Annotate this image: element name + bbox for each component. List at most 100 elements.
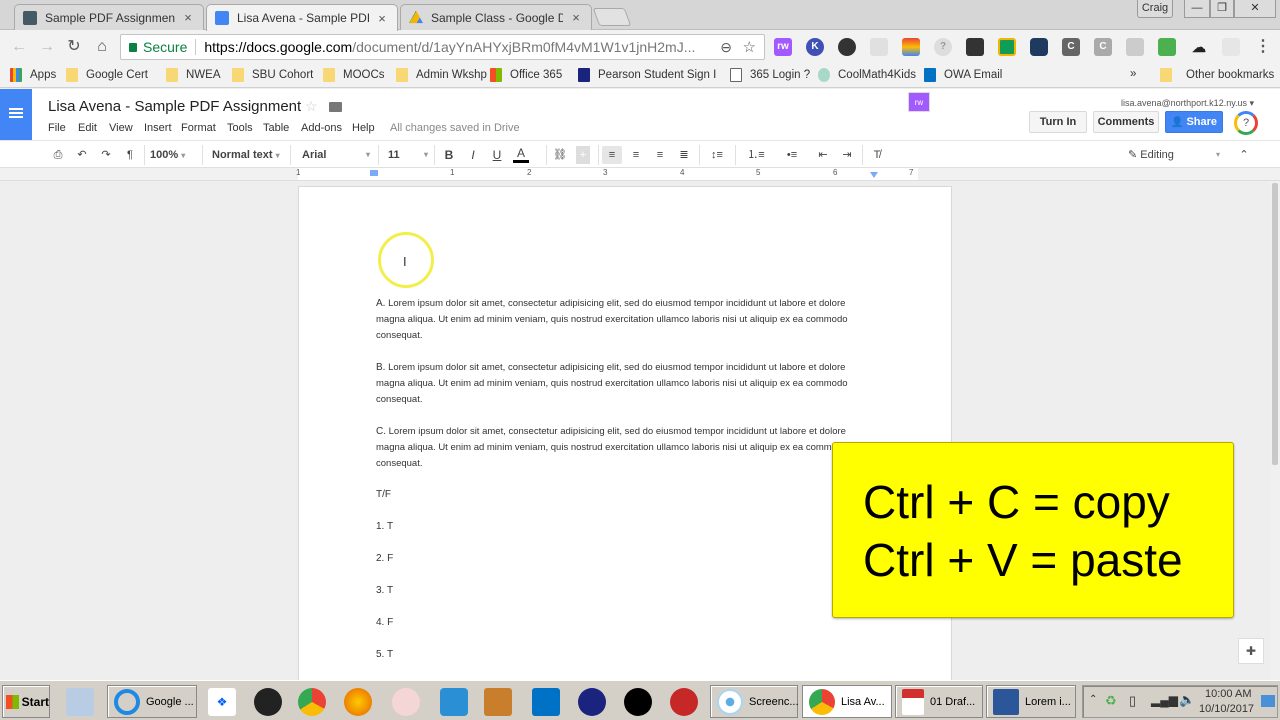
chrome-icon[interactable] — [298, 688, 326, 716]
menu-table[interactable]: Table — [263, 122, 289, 134]
outlook-icon[interactable] — [532, 688, 560, 716]
increase-indent-icon[interactable]: ⇥ — [839, 146, 855, 164]
address-bar[interactable]: Secure https://docs.google.com /document… — [120, 34, 765, 60]
sync-tray-icon[interactable]: ♻ — [1105, 693, 1117, 709]
bookmark-sbu-cohort[interactable]: SBU Cohort — [232, 68, 313, 82]
movie-maker-icon[interactable] — [484, 688, 512, 716]
paint-format-icon[interactable]: ¶ — [122, 146, 138, 164]
notes-icon[interactable] — [440, 688, 468, 716]
back-button[interactable]: ← — [10, 38, 28, 56]
home-button[interactable]: ⌂ — [93, 38, 111, 56]
window-close-button[interactable]: ✕ — [1234, 0, 1276, 18]
zoom-select[interactable]: 100% ▾ — [150, 146, 195, 164]
start-button[interactable]: Start — [2, 685, 50, 718]
clock-date[interactable]: 10/10/2017 — [1199, 703, 1254, 715]
tab-lisa-avena-doc[interactable]: Lisa Avena - Sample PDF As × — [206, 4, 398, 31]
print-icon[interactable]: ⎙ — [50, 146, 66, 164]
reload-button[interactable]: ↻ — [65, 38, 83, 56]
bookmark-moocs[interactable]: MOOCs — [323, 68, 385, 82]
taskbar-word-window[interactable]: Lorem i... — [986, 685, 1076, 718]
tab-sample-class-drive[interactable]: Sample Class - Google Drive × — [400, 4, 592, 30]
classroom-extension-icon[interactable] — [998, 38, 1016, 56]
tab-sample-pdf-assignment[interactable]: Sample PDF Assignment × — [14, 4, 204, 30]
underline-button[interactable]: U — [490, 146, 504, 164]
c-light-extension-icon[interactable]: C — [1094, 38, 1112, 56]
font-size-select[interactable]: 11 ▾ — [388, 146, 430, 164]
collapse-toolbar-icon[interactable]: ⌃ — [1236, 146, 1252, 164]
film-extension-icon[interactable] — [966, 38, 984, 56]
undo-icon[interactable]: ↶ — [74, 146, 90, 164]
c-extension-icon[interactable]: C — [1062, 38, 1080, 56]
power-tray-icon[interactable]: ▯ — [1129, 693, 1136, 709]
bookmark-google-cert[interactable]: Google Cert — [66, 68, 148, 82]
audacity-icon[interactable] — [578, 688, 606, 716]
close-icon[interactable]: × — [181, 10, 195, 25]
bookmark-star-icon[interactable]: ☆ — [743, 38, 756, 56]
cloud-extension-icon[interactable]: ☁ — [1190, 38, 1208, 56]
show-desktop-button[interactable] — [1261, 695, 1275, 707]
show-hidden-icons[interactable]: ⌃ — [1089, 694, 1097, 705]
network-tray-icon[interactable]: ▂▄▆ — [1151, 693, 1178, 707]
document-title[interactable]: Lisa Avena - Sample PDF Assignment — [48, 98, 301, 115]
menu-file[interactable]: File — [48, 122, 66, 134]
obs-icon[interactable] — [254, 688, 282, 716]
scrollbar-thumb[interactable] — [1272, 183, 1278, 465]
menu-format[interactable]: Format — [181, 122, 216, 134]
taskbar-chrome-window[interactable]: Lisa Av... — [802, 685, 892, 718]
dropbox-icon[interactable]: ❖ — [208, 688, 236, 716]
bookmark-coolmath4kids[interactable]: CoolMath4Kids — [818, 68, 916, 82]
readwrite-extension-icon[interactable]: rw — [774, 38, 792, 56]
wave-extension-icon[interactable] — [1030, 38, 1048, 56]
align-left-icon[interactable]: ≡ — [602, 146, 622, 164]
explore-icon[interactable]: ✚ — [1238, 638, 1264, 664]
bookmark-nwea[interactable]: NWEA — [166, 68, 221, 82]
bookmark-365-login[interactable]: 365 Login ? — [730, 68, 810, 82]
bold-button[interactable]: B — [442, 146, 456, 164]
minimize-button[interactable]: — — [1184, 0, 1210, 18]
close-icon[interactable]: × — [569, 10, 583, 25]
volume-tray-icon[interactable]: 🔈 — [1179, 692, 1195, 708]
copy-extension-icon[interactable] — [1126, 38, 1144, 56]
align-right-icon[interactable]: ≡ — [652, 146, 668, 164]
vertical-scrollbar[interactable] — [1270, 181, 1280, 680]
docs-home-button[interactable] — [0, 89, 32, 140]
rw-grey-extension-icon[interactable] — [1222, 38, 1240, 56]
profile-button[interactable]: Craig — [1137, 0, 1173, 18]
green-extension-icon[interactable] — [1158, 38, 1176, 56]
justify-icon[interactable]: ≣ — [676, 146, 692, 164]
align-center-icon[interactable]: ≡ — [628, 146, 644, 164]
help-extension-icon[interactable]: ? — [934, 38, 952, 56]
screencastify-extension-icon[interactable] — [838, 38, 856, 56]
style-select[interactable]: Normal text ▾ — [212, 146, 287, 164]
snipping-tool-icon[interactable] — [392, 688, 420, 716]
forward-button[interactable]: → — [38, 38, 56, 56]
bookmarks-overflow-button[interactable]: » — [1130, 68, 1136, 80]
close-icon[interactable]: × — [375, 11, 389, 26]
menu-edit[interactable]: Edit — [78, 122, 97, 134]
account-email[interactable]: lisa.avena@northport.k12.ny.us ▾ — [1121, 98, 1254, 109]
bulleted-list-icon[interactable]: •≡ — [778, 146, 806, 164]
extension-icon[interactable] — [870, 38, 888, 56]
insert-comment-icon[interactable]: + — [576, 146, 590, 164]
font-select[interactable]: Arial ▾ — [302, 146, 372, 164]
menu-insert[interactable]: Insert — [144, 122, 172, 134]
folder-icon[interactable] — [329, 102, 342, 112]
menu-view[interactable]: View — [109, 122, 133, 134]
bookmark-other-bookmarks[interactable]: Other bookmarks — [1160, 68, 1274, 82]
chrome-menu-icon[interactable]: ⋮ — [1254, 38, 1272, 56]
taskbar-ie-window[interactable]: Google ... — [107, 685, 197, 718]
rainbow-extension-icon[interactable] — [902, 38, 920, 56]
bookmark-apps[interactable]: Apps — [10, 68, 56, 82]
bookmark-owa-email[interactable]: OWA Email — [924, 68, 1002, 82]
link-icon[interactable]: ⛓ — [552, 146, 568, 164]
redo-icon[interactable]: ↷ — [98, 146, 114, 164]
restore-button[interactable]: ❐ — [1210, 0, 1234, 18]
calculator-icon[interactable] — [66, 688, 94, 716]
bookmark-pearson[interactable]: Pearson Student Sign I — [578, 68, 716, 82]
italic-button[interactable]: I — [466, 146, 480, 164]
star-icon[interactable]: ☆ — [305, 98, 318, 115]
bookmark-office-365[interactable]: Office 365 — [490, 68, 562, 82]
kami-extension-icon[interactable]: K — [806, 38, 824, 56]
menu-help[interactable]: Help — [352, 122, 375, 134]
menu-add-ons[interactable]: Add-ons — [301, 122, 342, 134]
